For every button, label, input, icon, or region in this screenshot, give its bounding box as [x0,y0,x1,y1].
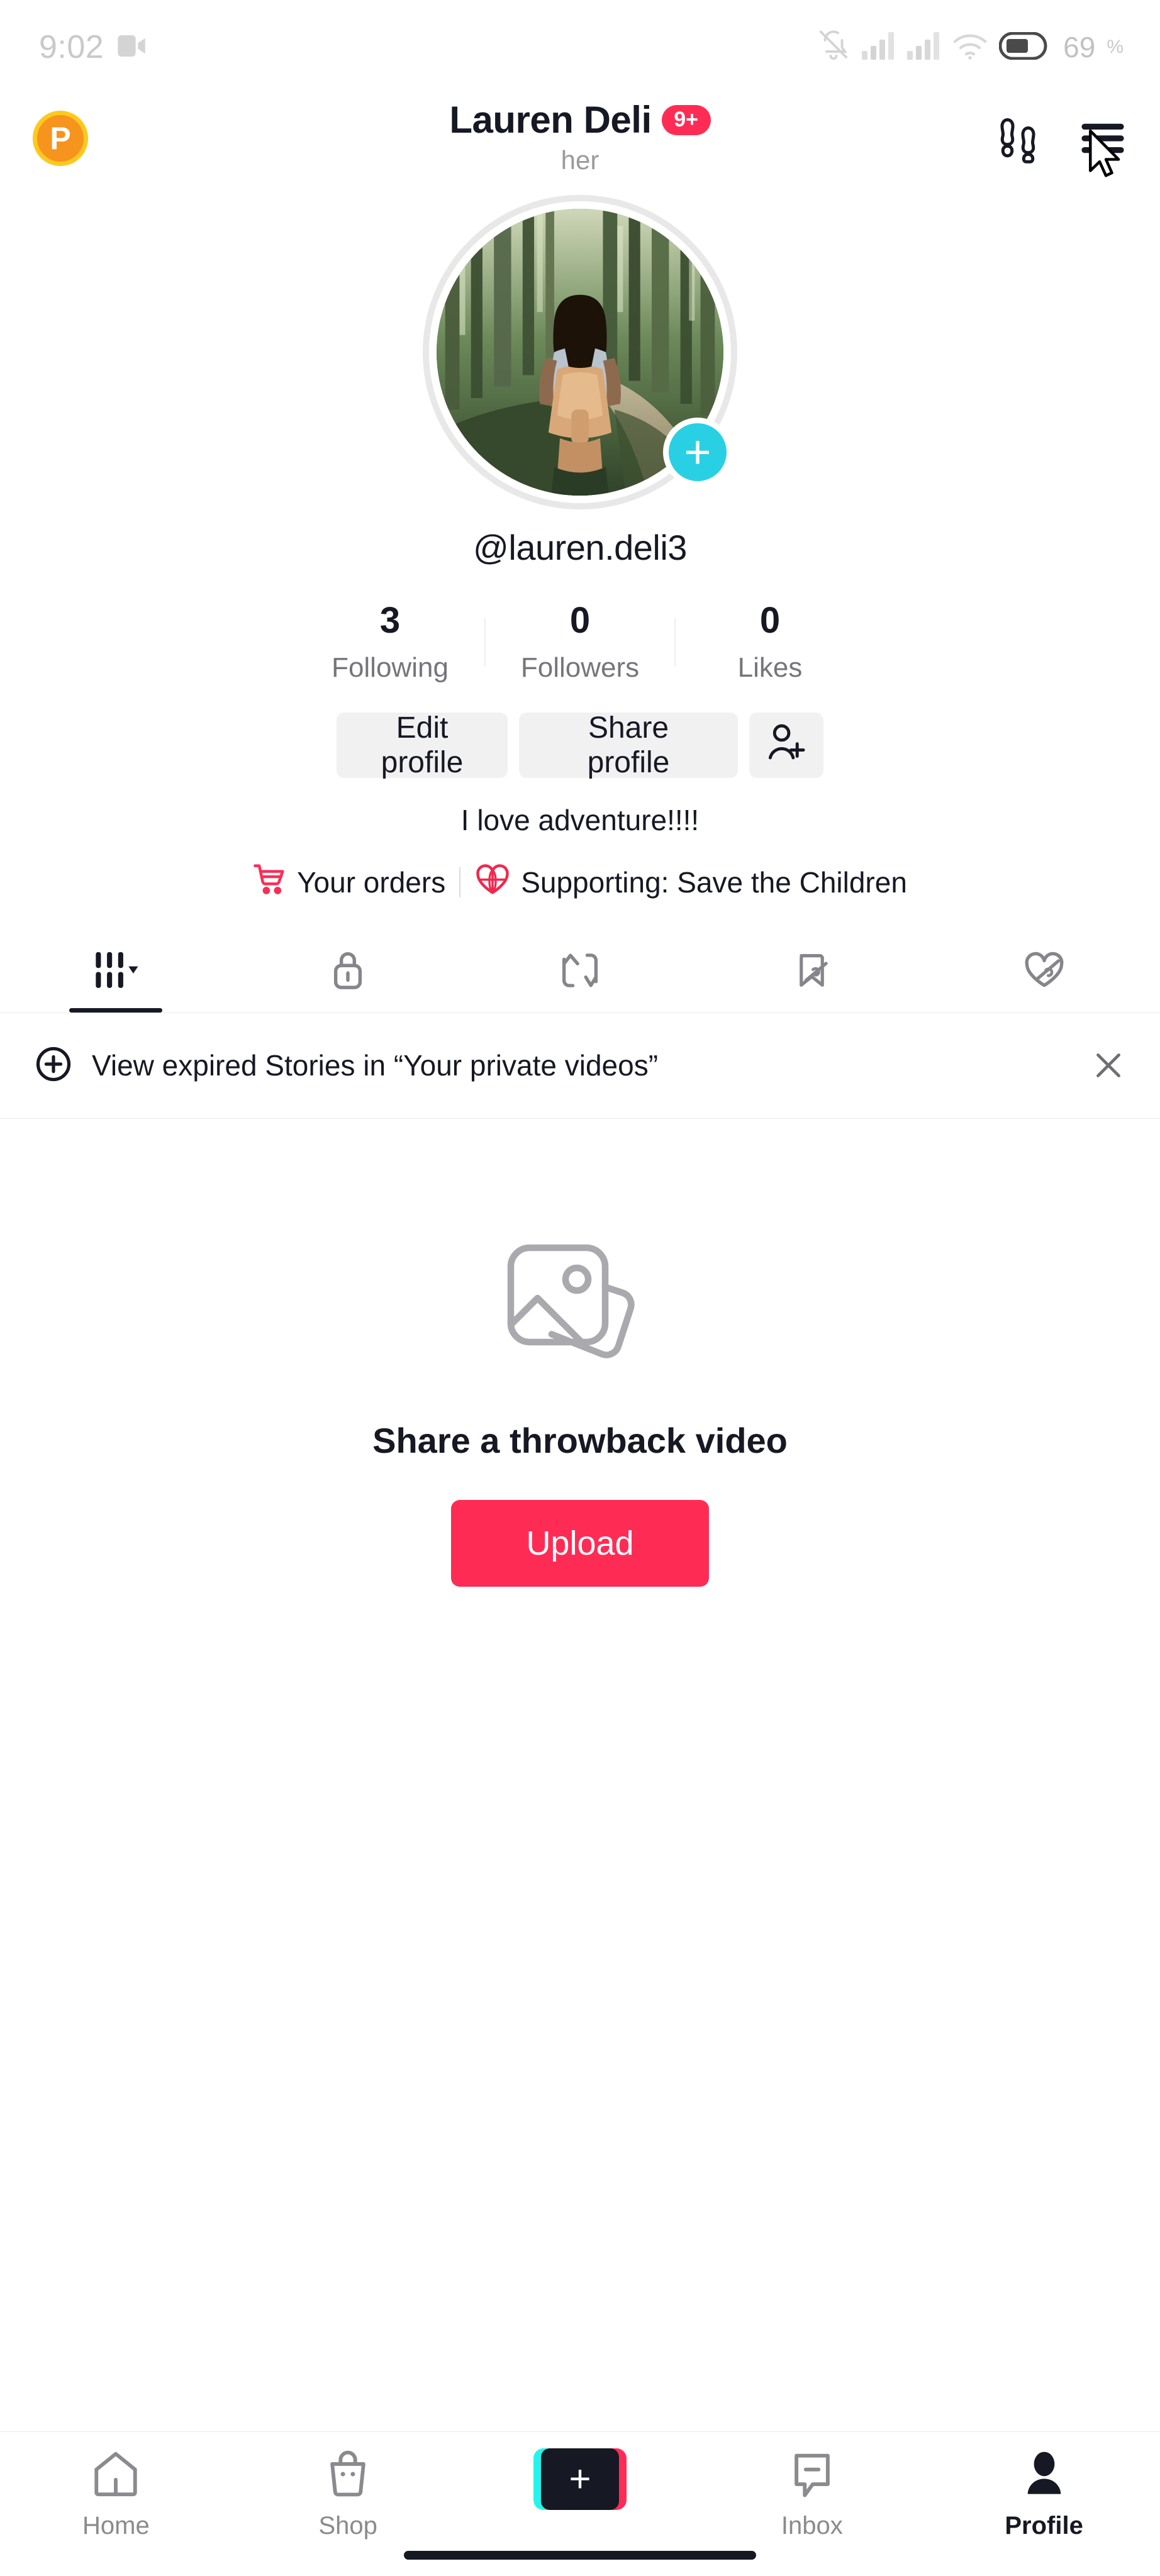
tab-active-indicator [69,1008,163,1013]
battery-percent: 69 [1063,31,1096,64]
nav-label: Shop [318,2512,377,2540]
stacked-photos-icon [501,1238,659,1386]
close-icon[interactable] [1090,1046,1127,1084]
add-person-icon [766,721,806,769]
home-indicator [404,2551,756,2560]
status-bar-right: 69 % [817,29,1124,66]
tab-reposts[interactable] [464,932,696,1013]
status-bar-left: 9:02 [39,28,147,66]
tab-private[interactable] [232,932,464,1013]
share-profile-button[interactable]: Share profile [519,711,738,779]
shopping-cart-icon [253,862,287,903]
bell-muted-icon [817,29,850,66]
status-bar: 9:02 69 % [0,0,1160,94]
circle-plus-icon [34,1045,73,1087]
tab-posts[interactable] [0,932,232,1013]
nav-item-inbox[interactable]: Inbox [696,2448,928,2540]
stat-likes[interactable]: 0 Likes [676,601,864,684]
add-story-button[interactable]: + [663,418,732,487]
notification-count-badge[interactable]: 9+ [661,104,711,135]
supporting-link[interactable]: Supporting: Save the Children [474,862,907,903]
supporting-label: Supporting: Save the Children [521,866,907,899]
pronouns-label: her [560,145,600,175]
video-camera-icon [118,35,147,60]
tab-liked[interactable] [928,932,1160,1013]
profile-stats: 3 Following 0 Followers 0 Likes [0,601,1160,684]
wifi-icon [952,32,988,63]
message-icon [787,2448,837,2503]
profile-identity-block: + @lauren.deli3 [0,182,1160,568]
tab-favorites[interactable] [696,932,928,1013]
profile-tabs [0,932,1160,1013]
stat-value: 0 [759,600,781,641]
avatar[interactable]: + [423,195,737,509]
repost-arrows-icon [559,949,601,995]
stat-following[interactable]: 3 Following [296,601,484,684]
shopping-bag-icon [323,2448,373,2503]
edit-profile-button[interactable]: Edit profile [337,711,508,779]
stat-label: Likes [737,652,803,683]
nav-label: Inbox [781,2512,843,2540]
your-orders-link[interactable]: Your orders [253,862,445,903]
nav-item-shop[interactable]: Shop [232,2448,464,2540]
expired-stories-banner[interactable]: View expired Stories in “Your private vi… [0,1013,1160,1119]
lock-icon [328,949,367,995]
bio-text: I love adventure!!!! [460,803,700,836]
create-plus-glyph: + [540,2448,619,2510]
bookmark-slash-icon [792,949,832,995]
add-friends-button[interactable] [749,712,823,778]
empty-state-title: Share a throwback video [372,1420,788,1460]
battery-icon [998,31,1048,63]
banner-text: View expired Stories in “Your private vi… [92,1049,659,1082]
display-name-row[interactable]: Lauren Deli 9+ [449,98,711,142]
status-time: 9:02 [39,29,104,65]
stat-value: 0 [569,600,591,641]
cellular-signal-icon [862,31,896,63]
nav-label: Profile [1005,2512,1083,2540]
profile-header: P Lauren Deli 9+ her [0,94,1160,182]
heart-globe-icon [474,862,511,903]
stat-label: Followers [520,652,640,683]
stat-label: Following [332,652,449,683]
nav-item-home[interactable]: Home [0,2448,232,2540]
nav-item-create[interactable]: + [464,2448,696,2519]
profile-actions: Edit profile Share profile [0,711,1160,779]
tiktok-profile-screen: 9:02 69 % P Lauren Deli 9+ her + @lauren… [0,0,1160,2576]
person-icon [1019,2448,1069,2503]
username-label[interactable]: @lauren.deli3 [473,527,687,568]
bio-link-divider [459,867,461,898]
header-actions [993,111,1130,177]
pro-account-badge[interactable]: P [33,111,88,166]
bio-links: Your orders Supporting: Save the Childre… [0,862,1160,903]
your-orders-label: Your orders [297,866,446,899]
page-title: Lauren Deli [449,99,652,141]
create-plus-icon[interactable]: + [533,2448,627,2510]
empty-state: Share a throwback video Upload [0,1119,1160,2431]
nav-label: Home [82,2512,150,2540]
heart-slash-icon [1022,949,1066,995]
nav-item-profile[interactable]: Profile [928,2448,1160,2540]
stat-value: 3 [379,600,401,641]
grid-bars-icon [92,950,140,994]
home-icon [90,2448,142,2503]
cellular-signal-icon [907,31,941,63]
hamburger-menu-icon[interactable] [1076,111,1130,165]
battery-percent-symbol: % [1107,36,1124,57]
upload-button[interactable]: Upload [451,1499,709,1587]
footprints-icon[interactable] [993,111,1047,165]
header-title-block: Lauren Deli 9+ her [0,98,1160,175]
stat-followers[interactable]: 0 Followers [486,601,674,684]
